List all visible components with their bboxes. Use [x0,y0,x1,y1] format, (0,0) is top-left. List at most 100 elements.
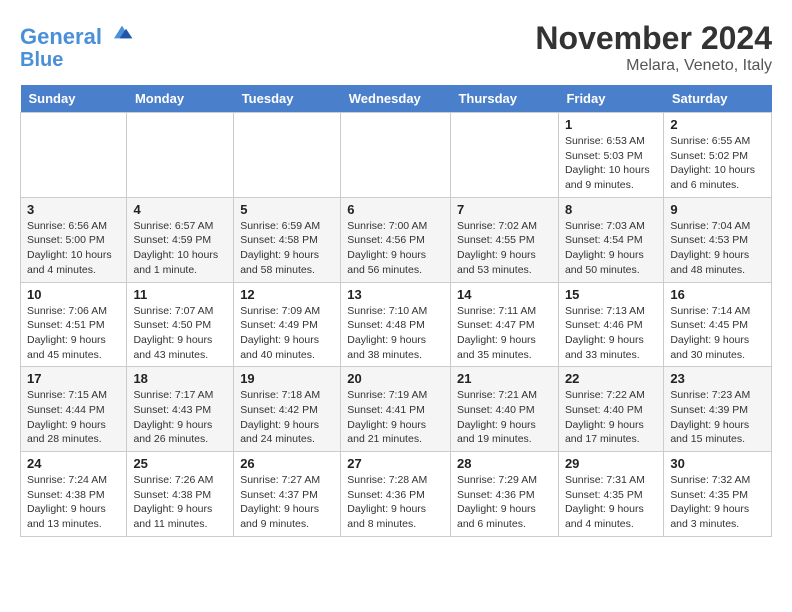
calendar-cell [341,113,451,198]
column-header-wednesday: Wednesday [341,85,451,113]
calendar-cell: 17 Sunrise: 7:15 AM Sunset: 4:44 PM Dayli… [21,367,127,452]
day-info: Sunrise: 7:18 AM Sunset: 4:42 PM Dayligh… [240,388,334,447]
day-number: 30 [670,456,765,471]
calendar-week-row: 17 Sunrise: 7:15 AM Sunset: 4:44 PM Dayli… [21,367,772,452]
day-number: 25 [133,456,227,471]
calendar-cell: 16 Sunrise: 7:14 AM Sunset: 4:45 PM Dayli… [664,282,772,367]
day-number: 17 [27,371,120,386]
day-number: 27 [347,456,444,471]
calendar-cell: 3 Sunrise: 6:56 AM Sunset: 5:00 PM Daylig… [21,197,127,282]
day-info: Sunrise: 7:09 AM Sunset: 4:49 PM Dayligh… [240,304,334,363]
day-number: 9 [670,202,765,217]
day-info: Sunrise: 7:31 AM Sunset: 4:35 PM Dayligh… [565,473,657,532]
day-info: Sunrise: 7:24 AM Sunset: 4:38 PM Dayligh… [27,473,120,532]
logo-blue: Blue [20,49,134,71]
day-number: 1 [565,117,657,132]
column-header-tuesday: Tuesday [234,85,341,113]
day-info: Sunrise: 7:28 AM Sunset: 4:36 PM Dayligh… [347,473,444,532]
calendar-cell [127,113,234,198]
calendar-cell: 12 Sunrise: 7:09 AM Sunset: 4:49 PM Dayli… [234,282,341,367]
calendar-cell: 4 Sunrise: 6:57 AM Sunset: 4:59 PM Daylig… [127,197,234,282]
day-info: Sunrise: 6:56 AM Sunset: 5:00 PM Dayligh… [27,219,120,278]
day-info: Sunrise: 7:04 AM Sunset: 4:53 PM Dayligh… [670,219,765,278]
calendar-cell: 9 Sunrise: 7:04 AM Sunset: 4:53 PM Daylig… [664,197,772,282]
calendar-week-row: 3 Sunrise: 6:56 AM Sunset: 5:00 PM Daylig… [21,197,772,282]
day-info: Sunrise: 7:17 AM Sunset: 4:43 PM Dayligh… [133,388,227,447]
calendar-cell: 14Sunrise: 7:11 AM Sunset: 4:47 PM Dayli… [450,282,558,367]
day-number: 19 [240,371,334,386]
day-info: Sunrise: 7:32 AM Sunset: 4:35 PM Dayligh… [670,473,765,532]
day-info: Sunrise: 7:21 AM Sunset: 4:40 PM Dayligh… [457,388,552,447]
calendar-cell: 27 Sunrise: 7:28 AM Sunset: 4:36 PM Dayli… [341,452,451,537]
day-info: Sunrise: 7:14 AM Sunset: 4:45 PM Dayligh… [670,304,765,363]
day-number: 16 [670,287,765,302]
logo-text: General [20,20,134,49]
day-info: Sunrise: 7:10 AM Sunset: 4:48 PM Dayligh… [347,304,444,363]
day-info: Sunrise: 6:55 AM Sunset: 5:02 PM Dayligh… [670,134,765,193]
logo: General Blue [20,20,134,71]
day-info: Sunrise: 7:11 AM Sunset: 4:47 PM Dayligh… [457,304,552,363]
calendar-cell [21,113,127,198]
day-info: Sunrise: 7:26 AM Sunset: 4:38 PM Dayligh… [133,473,227,532]
day-number: 10 [27,287,120,302]
day-info: Sunrise: 6:57 AM Sunset: 4:59 PM Dayligh… [133,219,227,278]
day-number: 2 [670,117,765,132]
day-number: 4 [133,202,227,217]
calendar-cell: 15Sunrise: 7:13 AM Sunset: 4:46 PM Dayli… [558,282,663,367]
day-number: 11 [133,287,227,302]
day-info: Sunrise: 7:03 AM Sunset: 4:54 PM Dayligh… [565,219,657,278]
column-header-saturday: Saturday [664,85,772,113]
day-number: 24 [27,456,120,471]
day-number: 22 [565,371,657,386]
calendar-cell: 2 Sunrise: 6:55 AM Sunset: 5:02 PM Daylig… [664,113,772,198]
day-number: 28 [457,456,552,471]
day-info: Sunrise: 6:59 AM Sunset: 4:58 PM Dayligh… [240,219,334,278]
location: Melara, Veneto, Italy [535,57,772,75]
day-number: 23 [670,371,765,386]
calendar-cell: 30 Sunrise: 7:32 AM Sunset: 4:35 PM Dayli… [664,452,772,537]
day-number: 12 [240,287,334,302]
day-info: Sunrise: 7:00 AM Sunset: 4:56 PM Dayligh… [347,219,444,278]
calendar-cell: 1 Sunrise: 6:53 AM Sunset: 5:03 PM Daylig… [558,113,663,198]
calendar-cell: 23 Sunrise: 7:23 AM Sunset: 4:39 PM Dayli… [664,367,772,452]
calendar-cell: 18Sunrise: 7:17 AM Sunset: 4:43 PM Dayli… [127,367,234,452]
calendar-cell: 25 Sunrise: 7:26 AM Sunset: 4:38 PM Dayli… [127,452,234,537]
day-number: 3 [27,202,120,217]
column-header-friday: Friday [558,85,663,113]
day-number: 5 [240,202,334,217]
day-number: 26 [240,456,334,471]
calendar-cell: 13 Sunrise: 7:10 AM Sunset: 4:48 PM Dayli… [341,282,451,367]
calendar-cell: 7Sunrise: 7:02 AM Sunset: 4:55 PM Daylig… [450,197,558,282]
calendar-cell [450,113,558,198]
day-number: 7 [457,202,552,217]
calendar-cell: 11 Sunrise: 7:07 AM Sunset: 4:50 PM Dayli… [127,282,234,367]
calendar-cell: 20 Sunrise: 7:19 AM Sunset: 4:41 PM Dayli… [341,367,451,452]
day-info: Sunrise: 6:53 AM Sunset: 5:03 PM Dayligh… [565,134,657,193]
day-number: 20 [347,371,444,386]
calendar-table: SundayMondayTuesdayWednesdayThursdayFrid… [20,85,772,537]
day-number: 15 [565,287,657,302]
day-info: Sunrise: 7:15 AM Sunset: 4:44 PM Dayligh… [27,388,120,447]
calendar-cell: 26 Sunrise: 7:27 AM Sunset: 4:37 PM Dayli… [234,452,341,537]
calendar-header-row: SundayMondayTuesdayWednesdayThursdayFrid… [21,85,772,113]
calendar-cell: 29Sunrise: 7:31 AM Sunset: 4:35 PM Dayli… [558,452,663,537]
calendar-cell: 10 Sunrise: 7:06 AM Sunset: 4:51 PM Dayli… [21,282,127,367]
calendar-week-row: 24 Sunrise: 7:24 AM Sunset: 4:38 PM Dayli… [21,452,772,537]
day-info: Sunrise: 7:07 AM Sunset: 4:50 PM Dayligh… [133,304,227,363]
column-header-thursday: Thursday [450,85,558,113]
calendar-cell: 21Sunrise: 7:21 AM Sunset: 4:40 PM Dayli… [450,367,558,452]
day-number: 13 [347,287,444,302]
calendar-cell: 28Sunrise: 7:29 AM Sunset: 4:36 PM Dayli… [450,452,558,537]
column-header-sunday: Sunday [21,85,127,113]
day-info: Sunrise: 7:23 AM Sunset: 4:39 PM Dayligh… [670,388,765,447]
day-info: Sunrise: 7:27 AM Sunset: 4:37 PM Dayligh… [240,473,334,532]
title-block: November 2024 Melara, Veneto, Italy [535,20,772,75]
day-number: 8 [565,202,657,217]
month-title: November 2024 [535,20,772,57]
page-header: General Blue November 2024 Melara, Venet… [20,20,772,75]
day-info: Sunrise: 7:22 AM Sunset: 4:40 PM Dayligh… [565,388,657,447]
calendar-cell: 6Sunrise: 7:00 AM Sunset: 4:56 PM Daylig… [341,197,451,282]
day-info: Sunrise: 7:19 AM Sunset: 4:41 PM Dayligh… [347,388,444,447]
calendar-week-row: 1 Sunrise: 6:53 AM Sunset: 5:03 PM Daylig… [21,113,772,198]
day-info: Sunrise: 7:06 AM Sunset: 4:51 PM Dayligh… [27,304,120,363]
